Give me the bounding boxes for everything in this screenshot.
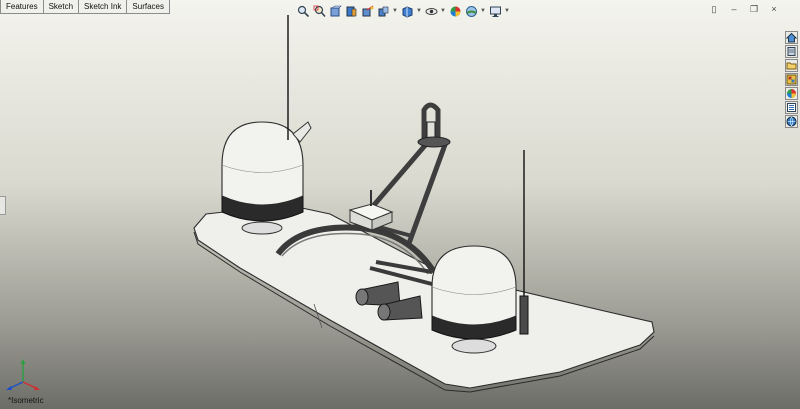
command-manager-tabs: Features Sketch Sketch Ink Surfaces — [0, 0, 170, 14]
apply-scene-dropdown-icon[interactable]: ▼ — [480, 4, 486, 18]
appearances-icon[interactable] — [785, 87, 798, 100]
tab-sketch-ink[interactable]: Sketch Ink — [78, 0, 128, 14]
mast-top-cap — [417, 136, 451, 148]
right-antenna-base — [519, 295, 529, 335]
tab-surfaces[interactable]: Surfaces — [126, 0, 170, 14]
solidworks-resources-icon[interactable] — [785, 115, 798, 128]
light-lens — [426, 121, 436, 139]
restore-icon[interactable]: ❐ — [748, 3, 760, 15]
section-view-icon[interactable] — [344, 4, 358, 18]
view-orientation-label: *Isometric — [8, 396, 44, 405]
view-orientation-icon[interactable] — [376, 4, 390, 18]
view-orientation-dropdown-icon[interactable]: ▼ — [392, 4, 398, 18]
display-style-dropdown-icon[interactable]: ▼ — [416, 4, 422, 18]
dynamic-annotation-icon[interactable] — [360, 4, 374, 18]
previous-view-icon[interactable] — [328, 4, 342, 18]
hide-show-dropdown-icon[interactable]: ▼ — [440, 4, 446, 18]
tile-icon[interactable]: ▯ — [708, 3, 720, 15]
design-library-icon[interactable] — [785, 45, 798, 58]
view-settings-dropdown-icon[interactable]: ▼ — [504, 4, 510, 18]
view-palette-icon[interactable] — [785, 73, 798, 86]
tab-sketch[interactable]: Sketch — [42, 0, 80, 14]
window-controls: ▯ – ❐ × — [708, 3, 780, 15]
task-pane-tabs — [785, 31, 799, 128]
custom-properties-icon[interactable] — [785, 101, 798, 114]
zoom-to-area-icon[interactable] — [312, 4, 326, 18]
heads-up-view-toolbar: ▼ ▼ ▼ ▼ ▼ — [296, 3, 510, 19]
reference-triad-icon — [6, 359, 40, 390]
tab-features[interactable]: Features — [0, 0, 44, 14]
feature-manager-expand-handle[interactable] — [0, 196, 6, 215]
home-icon[interactable] — [785, 31, 798, 44]
right-dome-body — [431, 245, 517, 326]
hide-show-items-icon[interactable] — [424, 4, 438, 18]
view-settings-icon[interactable] — [488, 4, 502, 18]
left-dome-base — [241, 221, 283, 235]
right-dome-base — [451, 338, 497, 354]
left-dome-body — [221, 121, 304, 206]
edit-appearance-icon[interactable] — [448, 4, 462, 18]
zoom-to-fit-icon[interactable] — [296, 4, 310, 18]
close-icon[interactable]: × — [768, 3, 780, 15]
display-style-icon[interactable] — [400, 4, 414, 18]
file-explorer-icon[interactable] — [785, 59, 798, 72]
apply-scene-icon[interactable] — [464, 4, 478, 18]
minimize-icon[interactable]: – — [728, 3, 740, 15]
model-render[interactable] — [0, 0, 800, 409]
